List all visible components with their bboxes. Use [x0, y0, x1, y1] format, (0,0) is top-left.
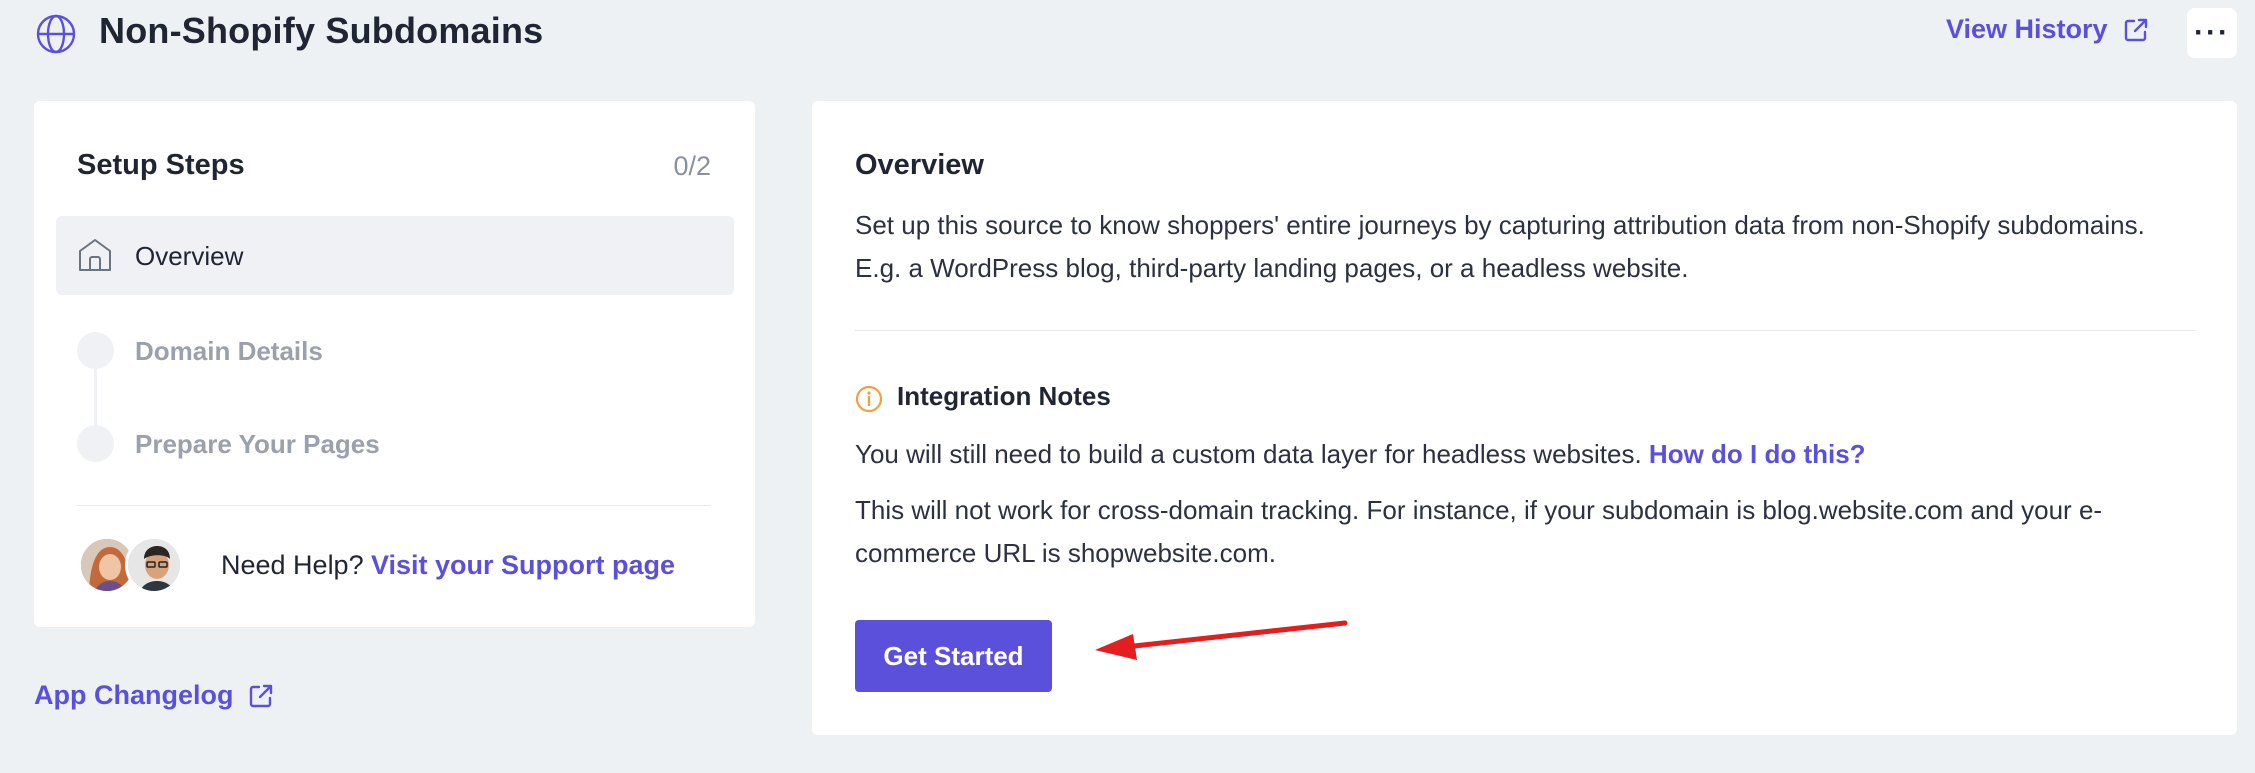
- step-dot: [77, 332, 114, 369]
- setup-steps-card: Setup Steps 0/2 Overview Domain Details …: [34, 101, 755, 627]
- divider: [77, 505, 711, 506]
- red-arrow-annotation: [1095, 620, 1348, 660]
- setup-steps-title: Setup Steps: [77, 149, 245, 181]
- avatar-man-image: [128, 539, 180, 591]
- external-link-icon: [250, 684, 273, 707]
- support-page-link[interactable]: Visit your Support page: [371, 550, 675, 581]
- step-label: Domain Details: [135, 336, 323, 366]
- note-headless-text: You will still need to build a custom da…: [855, 439, 1649, 469]
- view-history-label: View History: [1946, 14, 2108, 44]
- overview-title: Overview: [855, 149, 984, 181]
- view-history-link[interactable]: View History: [1946, 14, 2150, 45]
- page: Non-Shopify Subdomains View History ··· …: [0, 0, 2255, 773]
- overview-card: Overview Set up this source to know shop…: [812, 101, 2237, 735]
- avatar: [125, 536, 183, 594]
- step-label: Prepare Your Pages: [135, 429, 380, 459]
- note-cross-domain: This will not work for cross-domain trac…: [855, 495, 2103, 568]
- step-dot: [77, 425, 114, 462]
- app-changelog-link[interactable]: App Changelog: [34, 680, 275, 711]
- info-icon: [855, 385, 883, 413]
- note-headless: You will still need to build a custom da…: [855, 439, 1866, 470]
- step-label: Overview: [135, 241, 244, 271]
- how-do-i-do-this-link[interactable]: How do I do this?: [1649, 439, 1866, 469]
- integration-notes-title: Integration Notes: [897, 381, 1111, 411]
- external-link-icon: [2124, 18, 2147, 41]
- step-domain-details[interactable]: Domain Details: [34, 327, 755, 387]
- setup-steps-count: 0/2: [673, 151, 711, 181]
- more-options-button[interactable]: ···: [2187, 8, 2237, 58]
- home-icon: [79, 239, 111, 271]
- globe-icon: [36, 14, 76, 54]
- divider: [855, 330, 2195, 331]
- overview-description: Set up this source to know shoppers' ent…: [855, 210, 2145, 283]
- app-changelog-label: App Changelog: [34, 680, 234, 710]
- step-prepare-pages[interactable]: Prepare Your Pages: [34, 420, 755, 480]
- page-title: Non-Shopify Subdomains: [99, 10, 544, 51]
- need-help-text: Need Help?: [221, 550, 364, 580]
- get-started-button[interactable]: Get Started: [855, 620, 1052, 692]
- step-overview[interactable]: Overview: [56, 216, 734, 295]
